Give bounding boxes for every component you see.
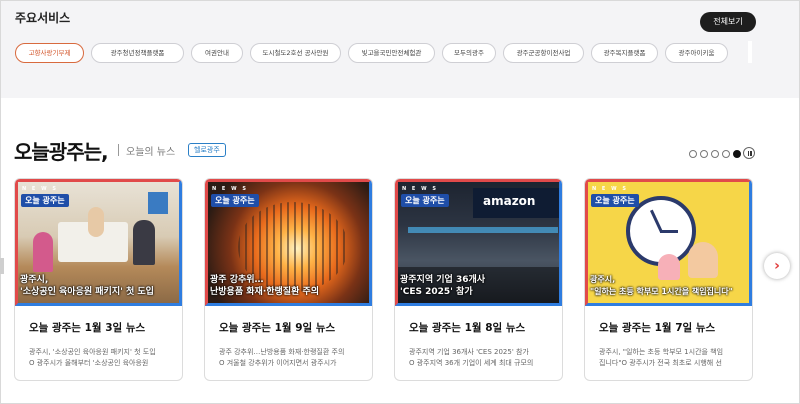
news-card-title[interactable]: 오늘 광주는 1월 9일 뉴스 [219, 320, 335, 335]
news-card-title[interactable]: 오늘 광주는 1월 7일 뉴스 [599, 320, 715, 335]
thumbnail-label: 오늘 광주는 [401, 194, 449, 207]
chip-fade-overlay [729, 37, 799, 71]
news-thumbnail: N E W S 오늘 광주는 광주시, '소상공인 육아응원 패키지' 첫 도입 [15, 179, 182, 306]
thumbnail-caption: 광주시, "일하는 초등 학부모 1시간을 책임집니다" [590, 275, 733, 296]
news-card[interactable]: N E W S 오늘 광주는 광주 강추위… 난방용품 화재·한랭질환 주의 오… [204, 178, 373, 381]
thumbnail-label: 오늘 광주는 [591, 194, 639, 207]
news-thumbnail: amazon N E W S 오늘 광주는 광주지역 기업 36개사 'CES … [395, 179, 562, 306]
main-services-panel: 주요서비스 전체보기 고향사랑기부제 광주청년정책플랫폼 여권안내 도시철도2호… [1, 1, 799, 98]
thumbnail-caption: 광주 강추위… 난방용품 화재·한랭질환 주의 [210, 275, 320, 297]
news-section-title: 오늘광주는, [14, 140, 109, 164]
pager-dot[interactable] [689, 150, 697, 158]
service-chip[interactable]: 광주아이키움 [665, 43, 728, 63]
service-chip[interactable]: 광주군공항이전사업 [503, 43, 584, 63]
news-tag: N E W S [22, 186, 58, 192]
service-chip[interactable]: 광주청년정책플랫폼 [91, 43, 184, 63]
pager-dot[interactable] [700, 150, 708, 158]
service-chip[interactable]: 광주복지플랫폼 [591, 43, 658, 63]
news-card[interactable]: amazon N E W S 오늘 광주는 광주지역 기업 36개사 'CES … [394, 178, 563, 381]
news-card-title[interactable]: 오늘 광주는 1월 3일 뉴스 [29, 320, 145, 335]
carousel-prev-edge[interactable] [0, 258, 4, 274]
service-chip[interactable]: 빛고을국민안전체험관 [348, 43, 435, 63]
pager-dot[interactable] [711, 150, 719, 158]
service-chip[interactable]: 모두의광주 [442, 43, 496, 63]
service-chip[interactable]: 고향사랑기부제 [15, 43, 84, 63]
news-card-title[interactable]: 오늘 광주는 1월 8일 뉴스 [409, 320, 525, 335]
news-thumbnail: N E W S 오늘 광주는 광주 강추위… 난방용품 화재·한랭질환 주의 [205, 179, 372, 306]
chevron-right-icon[interactable]: › [764, 253, 790, 279]
news-card-summary: 광주시, '소상공인 육아응원 패키지' 첫 도입 O 광주시가 올해부터 '소… [29, 348, 156, 367]
news-tag: N E W S [212, 186, 248, 192]
news-tag: N E W S [402, 186, 438, 192]
news-section-subtitle: 오늘의 뉴스 [126, 147, 176, 158]
news-thumbnail: N E W S 오늘 광주는 광주시, "일하는 초등 학부모 1시간을 책임집… [585, 179, 752, 306]
chip-scroll-edge [748, 41, 752, 63]
pager-dot[interactable] [722, 150, 730, 158]
thumbnail-caption: 광주지역 기업 36개사 'CES 2025' 참가 [400, 275, 486, 297]
news-card-summary: 광주지역 기업 36개사 'CES 2025' 참가 O 광주지역 36개 기업… [409, 348, 534, 367]
thumbnail-label: 오늘 광주는 [211, 194, 259, 207]
title-divider [118, 144, 119, 156]
service-chip[interactable]: 여권안내 [191, 43, 243, 63]
news-card-summary: 광주 강추위…난방용품 화재·한랭질환 주의 O 겨울철 강추위가 이어지면서 … [219, 348, 345, 367]
service-chip[interactable]: 도시철도2호선 공사안원 [250, 43, 341, 63]
view-all-button[interactable]: 전체보기 [700, 12, 756, 32]
news-tag: N E W S [592, 186, 628, 192]
news-card[interactable]: N E W S 오늘 광주는 광주시, "일하는 초등 학부모 1시간을 책임집… [584, 178, 753, 381]
hello-gwangju-badge[interactable]: 헬로광주 [188, 143, 226, 157]
thumbnail-label: 오늘 광주는 [21, 194, 69, 207]
pager-dot-active[interactable] [733, 150, 741, 158]
thumbnail-caption: 광주시, '소상공인 육아응원 패키지' 첫 도입 [20, 275, 154, 297]
news-card-summary: 광주시, "일하는 초등 학부모 1시간을 책임 집니다"O 광주시가 전국 최… [599, 348, 724, 367]
pause-icon[interactable] [743, 147, 755, 159]
news-card[interactable]: N E W S 오늘 광주는 광주시, '소상공인 육아응원 패키지' 첫 도입… [14, 178, 183, 381]
services-title: 주요서비스 [15, 11, 71, 25]
